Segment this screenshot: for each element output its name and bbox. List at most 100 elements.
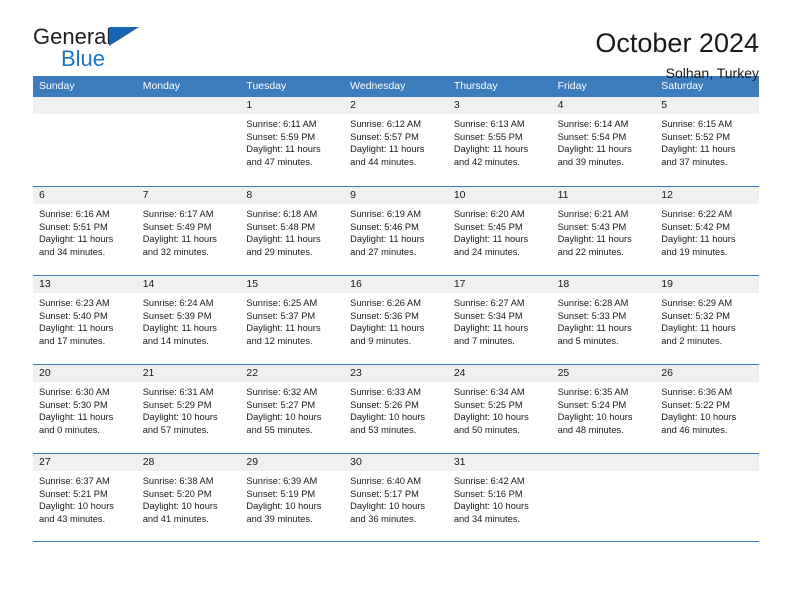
calendar-day-cell[interactable]: 25 Sunrise: 6:35 AM Sunset: 5:24 PM Dayligh… xyxy=(551,365,656,453)
sunset-text: Sunset: 5:19 PM xyxy=(246,488,316,499)
sunset-text: Sunset: 5:46 PM xyxy=(350,221,419,232)
day-sun-info: Sunrise: 6:42 AM Sunset: 5:16 PM Daylight:… xyxy=(448,471,552,525)
sunrise-text: Sunrise: 6:21 AM xyxy=(557,209,629,219)
daylight-text: Daylight: 11 hours and 17 minutes. xyxy=(39,323,114,346)
sunrise-text: Sunrise: 6:37 AM xyxy=(39,476,110,486)
calendar-day-cell[interactable]: 7 Sunrise: 6:17 AM Sunset: 5:49 PM Daylight… xyxy=(136,187,241,275)
day-number: 8 xyxy=(240,187,345,204)
weekday-header-wednesday: Wednesday xyxy=(350,80,406,92)
daylight-text: Daylight: 11 hours and 22 minutes. xyxy=(557,234,632,257)
calendar-day-cell[interactable]: 31 Sunrise: 6:42 AM Sunset: 5:16 PM Dayligh… xyxy=(447,454,552,541)
daylight-text: Daylight: 11 hours and 39 minutes. xyxy=(557,144,632,167)
calendar-day-cell[interactable]: 18 Sunrise: 6:28 AM Sunset: 5:33 PM Dayligh… xyxy=(551,276,656,364)
calendar-day-cell[interactable]: 1 Sunrise: 6:11 AM Sunset: 5:59 PM Daylight… xyxy=(240,97,345,186)
daylight-text: Daylight: 10 hours and 50 minutes. xyxy=(453,412,529,435)
sunrise-text: Sunrise: 6:18 AM xyxy=(246,209,318,219)
sunrise-text: Sunrise: 6:14 AM xyxy=(557,119,629,129)
day-number xyxy=(33,97,137,114)
daylight-text: Daylight: 10 hours and 57 minutes. xyxy=(142,412,218,435)
sunrise-text: Sunrise: 6:23 AM xyxy=(39,298,110,308)
day-number: 9 xyxy=(344,187,448,204)
daylight-text: Daylight: 11 hours and 34 minutes. xyxy=(39,234,114,257)
calendar-day-cell[interactable]: 17 Sunrise: 6:27 AM Sunset: 5:34 PM Dayligh… xyxy=(447,276,552,364)
day-number: 21 xyxy=(136,365,241,382)
calendar-day-cell[interactable]: 29 Sunrise: 6:39 AM Sunset: 5:19 PM Dayligh… xyxy=(240,454,345,541)
daylight-text: Daylight: 10 hours and 41 minutes. xyxy=(142,501,218,524)
calendar-day-cell[interactable]: 9 Sunrise: 6:19 AM Sunset: 5:46 PM Daylight… xyxy=(344,187,448,275)
calendar-day-cell[interactable]: 5 Sunrise: 6:15 AM Sunset: 5:52 PM Daylight… xyxy=(655,97,759,186)
daylight-text: Daylight: 11 hours and 29 minutes. xyxy=(246,234,321,257)
sunset-text: Sunset: 5:17 PM xyxy=(350,488,419,499)
calendar-day-cell[interactable]: 19 Sunrise: 6:29 AM Sunset: 5:32 PM Dayligh… xyxy=(655,276,759,364)
sunrise-text: Sunrise: 6:19 AM xyxy=(350,209,421,219)
sunrise-text: Sunrise: 6:27 AM xyxy=(453,298,525,308)
calendar-day-cell[interactable]: 14 Sunrise: 6:24 AM Sunset: 5:39 PM Dayligh… xyxy=(136,276,241,364)
day-sun-info: Sunrise: 6:34 AM Sunset: 5:25 PM Daylight:… xyxy=(448,382,552,436)
calendar-week-row: 27 Sunrise: 6:37 AM Sunset: 5:21 PM Dayligh… xyxy=(33,453,759,542)
sunset-text: Sunset: 5:48 PM xyxy=(246,221,316,232)
calendar-day-cell[interactable]: 8 Sunrise: 6:18 AM Sunset: 5:48 PM Daylight… xyxy=(240,187,345,275)
day-sun-info: Sunrise: 6:33 AM Sunset: 5:26 PM Daylight:… xyxy=(344,382,448,436)
calendar-day-cell[interactable]: 27 Sunrise: 6:37 AM Sunset: 5:21 PM Dayligh… xyxy=(33,454,137,541)
calendar-day-cell[interactable]: 11 Sunrise: 6:21 AM Sunset: 5:43 PM Dayligh… xyxy=(551,187,656,275)
day-sun-info: Sunrise: 6:11 AM Sunset: 5:59 PM Daylight:… xyxy=(240,114,344,168)
sunrise-text: Sunrise: 6:28 AM xyxy=(557,298,629,308)
general-blue-logo[interactable]: General Blue xyxy=(33,26,153,78)
daylight-text: Daylight: 11 hours and 32 minutes. xyxy=(142,234,217,257)
calendar-day-cell[interactable]: 30 Sunrise: 6:40 AM Sunset: 5:17 PM Dayligh… xyxy=(344,454,448,541)
day-sun-info: Sunrise: 6:24 AM Sunset: 5:39 PM Daylight:… xyxy=(137,293,241,347)
day-sun-info: Sunrise: 6:28 AM Sunset: 5:33 PM Daylight:… xyxy=(552,293,656,347)
sunset-text: Sunset: 5:36 PM xyxy=(350,310,419,321)
calendar-cell-empty xyxy=(136,97,241,186)
sunrise-text: Sunrise: 6:26 AM xyxy=(350,298,421,308)
calendar-day-cell[interactable]: 28 Sunrise: 6:38 AM Sunset: 5:20 PM Dayligh… xyxy=(136,454,241,541)
calendar-day-cell[interactable]: 10 Sunrise: 6:20 AM Sunset: 5:45 PM Dayligh… xyxy=(447,187,552,275)
day-sun-info: Sunrise: 6:25 AM Sunset: 5:37 PM Daylight:… xyxy=(240,293,344,347)
day-number: 27 xyxy=(33,454,137,471)
sunrise-text: Sunrise: 6:30 AM xyxy=(39,387,110,397)
day-sun-info: Sunrise: 6:31 AM Sunset: 5:29 PM Daylight:… xyxy=(137,382,241,436)
calendar-day-cell[interactable]: 24 Sunrise: 6:34 AM Sunset: 5:25 PM Dayligh… xyxy=(447,365,552,453)
sunset-text: Sunset: 5:54 PM xyxy=(557,131,627,142)
calendar-day-cell[interactable]: 22 Sunrise: 6:32 AM Sunset: 5:27 PM Dayligh… xyxy=(240,365,345,453)
calendar-day-cell[interactable]: 23 Sunrise: 6:33 AM Sunset: 5:26 PM Dayligh… xyxy=(344,365,448,453)
calendar-day-cell[interactable]: 3 Sunrise: 6:13 AM Sunset: 5:55 PM Daylight… xyxy=(447,97,552,186)
day-number: 18 xyxy=(551,276,656,293)
calendar-day-cell[interactable]: 4 Sunrise: 6:14 AM Sunset: 5:54 PM Daylight… xyxy=(551,97,656,186)
calendar-day-cell[interactable]: 2 Sunrise: 6:12 AM Sunset: 5:57 PM Daylight… xyxy=(344,97,448,186)
sunrise-text: Sunrise: 6:40 AM xyxy=(350,476,421,486)
sunrise-text: Sunrise: 6:20 AM xyxy=(453,209,525,219)
calendar-day-cell[interactable]: 16 Sunrise: 6:26 AM Sunset: 5:36 PM Dayligh… xyxy=(344,276,448,364)
sunset-text: Sunset: 5:34 PM xyxy=(453,310,523,321)
calendar-day-cell[interactable]: 21 Sunrise: 6:31 AM Sunset: 5:29 PM Dayligh… xyxy=(136,365,241,453)
sunrise-text: Sunrise: 6:42 AM xyxy=(453,476,525,486)
calendar-day-cell[interactable]: 20 Sunrise: 6:30 AM Sunset: 5:30 PM Dayligh… xyxy=(33,365,137,453)
day-number xyxy=(551,454,656,471)
sunset-text: Sunset: 5:52 PM xyxy=(661,131,731,142)
daylight-text: Daylight: 10 hours and 53 minutes. xyxy=(350,412,426,435)
day-number: 26 xyxy=(655,365,759,382)
day-sun-info: Sunrise: 6:19 AM Sunset: 5:46 PM Daylight:… xyxy=(344,204,448,258)
day-number: 3 xyxy=(447,97,552,114)
calendar-day-cell[interactable]: 15 Sunrise: 6:25 AM Sunset: 5:37 PM Dayligh… xyxy=(240,276,345,364)
weekday-header-thursday: Thursday xyxy=(453,80,498,92)
day-number: 5 xyxy=(655,97,759,114)
day-number: 28 xyxy=(136,454,241,471)
calendar-grid: Sunday Monday Tuesday Wednesday Thursday Frid… xyxy=(33,76,759,542)
calendar-day-cell[interactable]: 12 Sunrise: 6:22 AM Sunset: 5:42 PM Dayligh… xyxy=(655,187,759,275)
sunrise-text: Sunrise: 6:16 AM xyxy=(39,209,110,219)
sunrise-text: Sunrise: 6:22 AM xyxy=(661,209,733,219)
calendar-day-cell[interactable]: 13 Sunrise: 6:23 AM Sunset: 5:40 PM Dayligh… xyxy=(33,276,137,364)
calendar-day-cell[interactable]: 26 Sunrise: 6:36 AM Sunset: 5:22 PM Dayligh… xyxy=(655,365,759,453)
daylight-text: Daylight: 11 hours and 27 minutes. xyxy=(350,234,425,257)
day-number: 7 xyxy=(136,187,241,204)
calendar-weeks: 1 Sunrise: 6:11 AM Sunset: 5:59 PM Daylight… xyxy=(33,97,759,542)
weekday-header-friday: Friday xyxy=(557,80,587,92)
day-number: 2 xyxy=(344,97,448,114)
day-sun-info: Sunrise: 6:39 AM Sunset: 5:19 PM Daylight:… xyxy=(240,471,344,525)
page-title: October 2024 xyxy=(595,28,759,58)
logo-text-general: General xyxy=(33,24,112,49)
sunrise-text: Sunrise: 6:29 AM xyxy=(661,298,733,308)
calendar-day-cell[interactable]: 6 Sunrise: 6:16 AM Sunset: 5:51 PM Daylight… xyxy=(33,187,137,275)
daylight-text: Daylight: 11 hours and 5 minutes. xyxy=(557,323,632,346)
